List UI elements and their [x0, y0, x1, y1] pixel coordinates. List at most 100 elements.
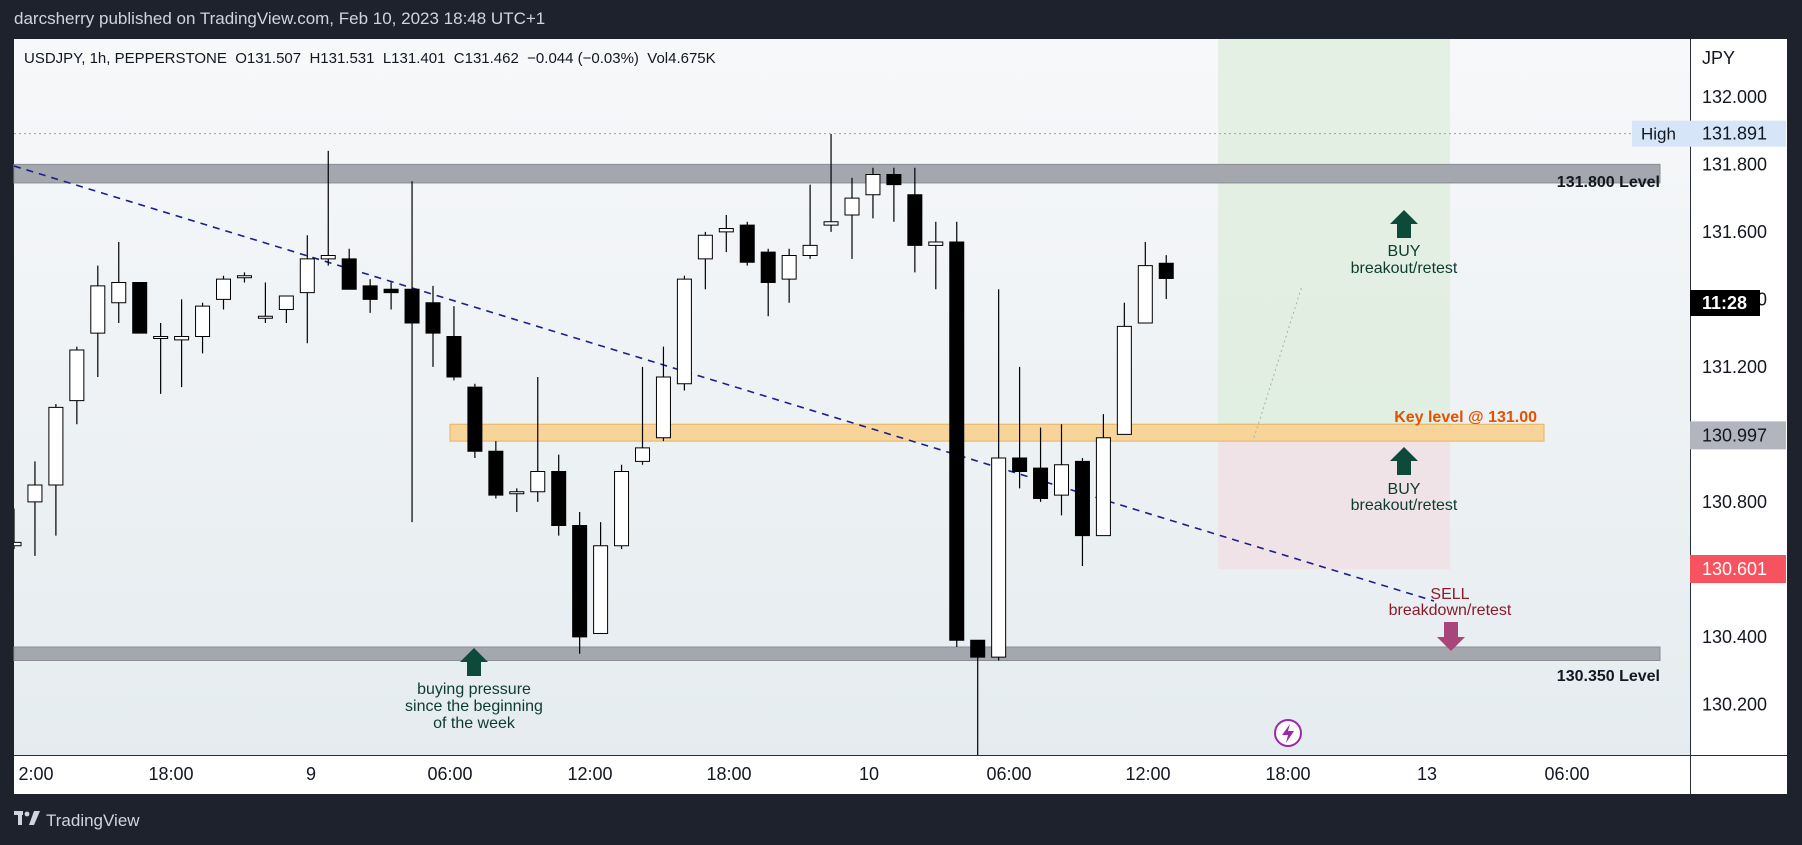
candle-body	[928, 241, 944, 246]
candle-body	[530, 471, 546, 493]
candle-body	[1054, 464, 1069, 496]
price-badge-text: 130.997	[1702, 425, 1767, 445]
buy-mid-label: BUY	[1388, 481, 1421, 498]
tradingview-logo-icon	[14, 810, 40, 831]
brand-footer[interactable]: TradingView	[14, 810, 140, 831]
candle-body	[781, 255, 797, 280]
time-tick-label: 9	[306, 764, 316, 784]
candle-body	[635, 447, 650, 462]
time-tick-label: 06:00	[427, 764, 472, 784]
candle-body	[1033, 467, 1049, 499]
candle-body	[844, 197, 860, 216]
candle-body	[949, 241, 965, 641]
time-tick-label: 12:00	[1125, 764, 1170, 784]
price-tick-label: 130.400	[1702, 627, 1767, 647]
candle-body	[362, 285, 378, 300]
candle-body	[697, 234, 713, 260]
buy-top-label: BUY	[1388, 243, 1421, 260]
candle-body	[488, 450, 504, 496]
price-tick-label: 131.600	[1702, 222, 1767, 242]
time-tick-label: 18:00	[706, 764, 751, 784]
pressure-label-1: buying pressure	[417, 681, 531, 698]
candle-body	[760, 251, 776, 283]
candle-body	[1074, 460, 1090, 537]
pressure-label-2: since the beginning	[405, 698, 543, 715]
support-zone	[13, 646, 1661, 661]
candle-body	[823, 221, 839, 226]
candle-body	[14, 541, 22, 547]
sell-label: SELL	[1430, 586, 1469, 603]
candle-body	[593, 545, 609, 634]
time-tick-label: 2:00	[18, 764, 53, 784]
high-label-text: High	[1641, 125, 1676, 144]
candle-body	[467, 386, 483, 452]
candle-body	[341, 258, 357, 290]
candle-body	[111, 282, 127, 304]
candle-body	[572, 525, 588, 638]
price-tick-label: 130.200	[1702, 694, 1767, 714]
candle-body	[257, 315, 273, 319]
price-badge-text: 11:28	[1702, 293, 1747, 313]
candle-body	[970, 639, 986, 658]
candle-body	[236, 275, 252, 279]
key-level-label: Key level @ 131.00	[1394, 409, 1537, 426]
time-tick-label: 10	[859, 764, 879, 784]
candle-body	[509, 491, 525, 495]
candle-body	[676, 278, 692, 385]
level-high-label: 131.800 Level	[1557, 174, 1660, 191]
sell-sub-label: breakdown/retest	[1389, 602, 1512, 619]
candle-body	[1116, 325, 1132, 435]
brand-name: TradingView	[46, 810, 140, 830]
candle-body	[69, 349, 85, 402]
time-tick-label: 18:00	[1265, 764, 1310, 784]
price-tick-label: 131.200	[1702, 357, 1767, 377]
candle-body	[48, 406, 64, 486]
candle-body	[1095, 437, 1111, 537]
candle-body	[278, 295, 294, 310]
candle-body	[299, 258, 315, 294]
time-tick-label: 06:00	[986, 764, 1031, 784]
candle-body	[655, 376, 671, 439]
candle-body	[404, 288, 420, 324]
candle-body	[425, 302, 441, 334]
candle-body	[802, 244, 818, 256]
candle-body	[886, 174, 902, 186]
candle-body	[320, 255, 336, 260]
pressure-label-3: of the week	[433, 715, 516, 732]
candle-body	[991, 457, 1007, 658]
position-profit-zone	[1218, 39, 1450, 436]
candle-body	[90, 285, 106, 334]
time-tick-label: 06:00	[1544, 764, 1589, 784]
price-badge-text: 130.601	[1702, 559, 1767, 579]
candle-body	[216, 278, 231, 300]
buy-mid-sub-label: breakout/retest	[1351, 497, 1458, 514]
price-tick-label: 130.800	[1702, 492, 1767, 512]
time-tick-label: 12:00	[567, 764, 612, 784]
candle-body	[446, 336, 462, 378]
candle-body	[551, 471, 567, 526]
candle-body	[153, 336, 169, 339]
buy-top-sub-label: breakout/retest	[1351, 260, 1458, 277]
resistance-zone	[13, 163, 1661, 184]
candle-body	[383, 288, 399, 294]
candle-body	[132, 282, 148, 334]
candle-body	[174, 336, 190, 341]
candle-body	[1012, 457, 1028, 472]
time-tick-label: 13	[1417, 764, 1437, 784]
price-chart: 131.800 Level 130.350 Level Key level @ 13…	[13, 39, 1786, 784]
price-badge-text: 131.891	[1702, 124, 1767, 144]
candle-body	[1158, 262, 1174, 279]
price-tick-label: 131.800	[1702, 154, 1767, 174]
time-tick-label: 18:00	[148, 764, 193, 784]
candle-body	[27, 484, 43, 503]
candle-body	[718, 228, 734, 233]
candle-body	[614, 471, 630, 547]
key-level-zone	[449, 423, 1545, 442]
candle-body	[907, 194, 923, 246]
candle-body	[195, 305, 211, 337]
candle-body	[739, 224, 755, 263]
candle-body	[1137, 265, 1153, 324]
price-tick-label: 132.000	[1702, 87, 1767, 107]
candle-body	[865, 174, 881, 196]
level-low-label: 130.350 Level	[1557, 668, 1660, 685]
